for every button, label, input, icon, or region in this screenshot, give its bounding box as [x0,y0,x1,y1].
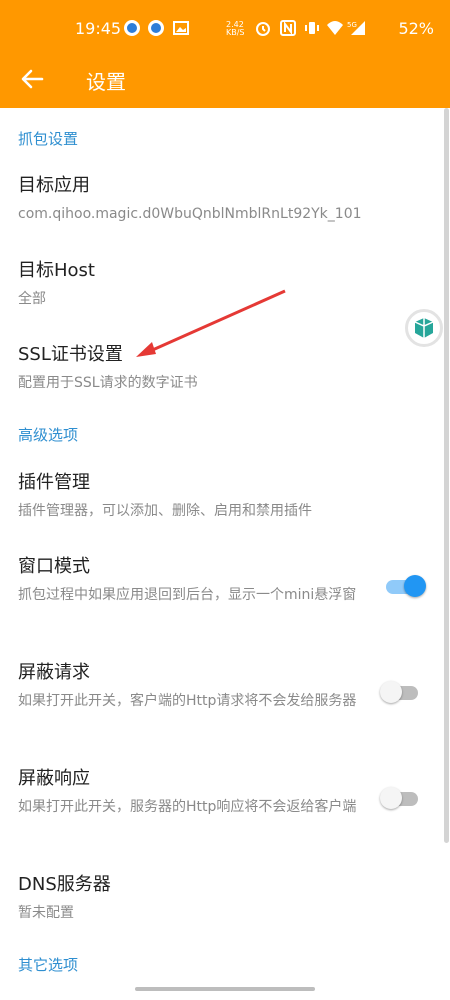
gesture-navigation-bar[interactable] [135,987,315,991]
annotation-arrow [136,289,286,357]
